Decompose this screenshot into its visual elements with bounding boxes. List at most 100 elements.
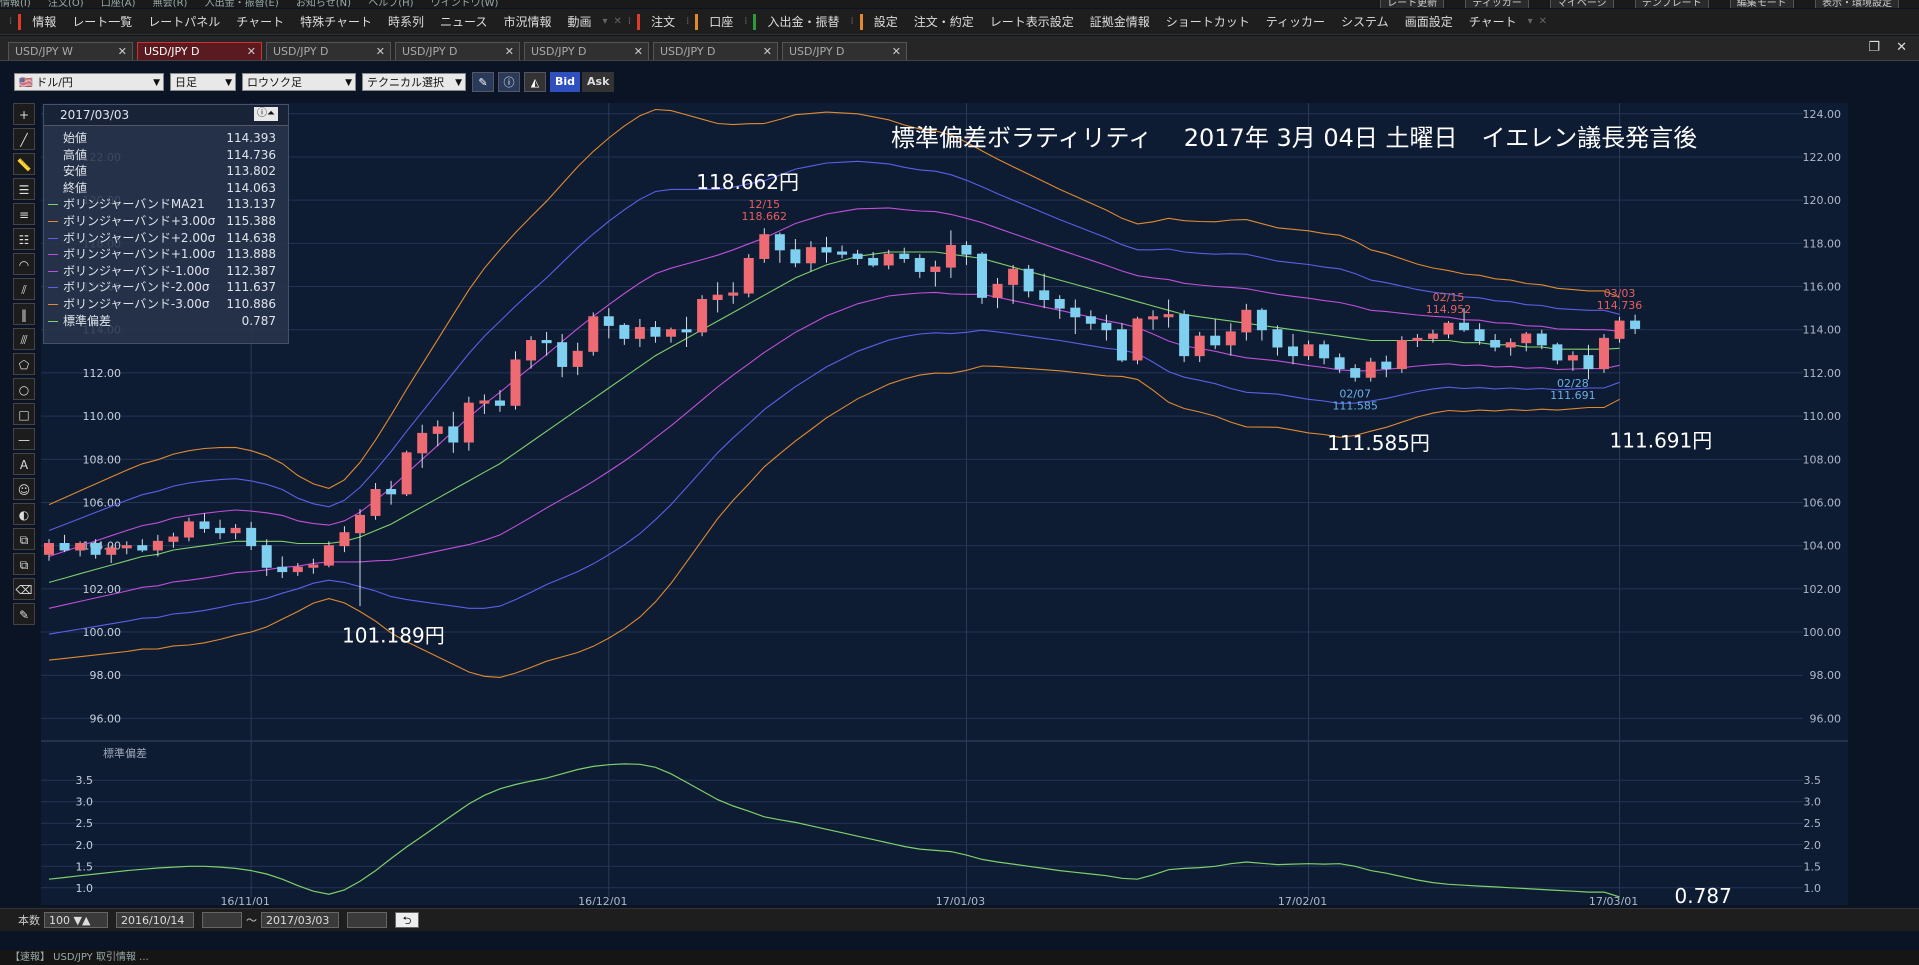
- rate-list-button[interactable]: レート一覧: [64, 13, 140, 30]
- channel-icon[interactable]: ≡: [13, 203, 35, 225]
- close-icon[interactable]: ✕: [376, 43, 385, 61]
- price-chart[interactable]: 96.0096.0098.0098.00100.00100.00102.0010…: [41, 103, 1848, 905]
- close-icon[interactable]: ✕: [763, 43, 772, 61]
- close-icon[interactable]: ✕: [505, 43, 514, 61]
- restore-icon[interactable]: ❐: [1868, 40, 1880, 55]
- shortcut-button[interactable]: ショートカット: [1158, 13, 1258, 30]
- from-date-input[interactable]: 2016/10/14: [116, 912, 194, 928]
- chart-tab[interactable]: USD/JPY D ✕: [653, 42, 778, 60]
- chart-tab-active[interactable]: USD/JPY D ✕: [137, 42, 262, 60]
- ask-button[interactable]: Ask: [582, 72, 615, 92]
- special-chart-button[interactable]: 特殊チャート: [292, 13, 380, 30]
- fan-icon[interactable]: ⫽: [13, 278, 35, 300]
- account-button[interactable]: 口座: [701, 13, 741, 30]
- sub-y-tick-label-left: 3.5: [76, 774, 94, 787]
- arc-icon[interactable]: ◠: [13, 253, 35, 275]
- order-button[interactable]: 注文: [643, 13, 683, 30]
- menu-item[interactable]: 入出金・振替(E): [205, 0, 279, 8]
- menu-item[interactable]: 無会(R): [153, 0, 188, 8]
- chart-tab[interactable]: USD/JPY D ✕: [395, 42, 520, 60]
- grip-icon[interactable]: ⁞: [741, 16, 750, 27]
- circle-icon[interactable]: ○: [13, 378, 35, 400]
- candle-body: [432, 426, 443, 434]
- time-series-button[interactable]: 時系列: [380, 13, 432, 30]
- grip-icon[interactable]: ⁞: [683, 16, 692, 27]
- mypage-button[interactable]: マイページ: [1549, 0, 1614, 8]
- bid-button[interactable]: Bid: [550, 72, 581, 92]
- paste-icon[interactable]: ⧉: [13, 553, 35, 575]
- timeframe-select[interactable]: 日足 ▼: [170, 73, 236, 91]
- info-icon[interactable]: ⓘ: [498, 72, 520, 92]
- dropdown-icon[interactable]: ▾: [599, 16, 610, 27]
- grip-icon[interactable]: ⁞: [848, 16, 857, 27]
- menu-item[interactable]: お知らせ(N): [296, 0, 351, 8]
- video-button[interactable]: 動画: [559, 13, 599, 30]
- edit-mode-button[interactable]: 編集モード: [1729, 0, 1794, 8]
- trendline-icon[interactable]: ╱: [13, 128, 35, 150]
- menu-item[interactable]: ヘルプ(H): [368, 0, 413, 8]
- menu-item[interactable]: 注文(O): [48, 0, 84, 8]
- info-button[interactable]: 情報: [24, 13, 64, 30]
- magnet-icon[interactable]: ◐: [13, 503, 35, 525]
- smiley-icon[interactable]: ☺: [13, 478, 35, 500]
- chart-tab[interactable]: USD/JPY D ✕: [266, 42, 391, 60]
- grip-icon[interactable]: ⁞: [6, 16, 15, 27]
- pencil-icon[interactable]: ✎: [472, 72, 494, 92]
- rectangle-icon[interactable]: □: [13, 403, 35, 425]
- rate-panel-button[interactable]: レートパネル: [140, 13, 228, 30]
- settings-button[interactable]: 設定: [866, 13, 906, 30]
- menu-item[interactable]: 情報(I): [0, 0, 31, 8]
- close-icon[interactable]: ✕: [1536, 16, 1550, 27]
- copy-icon[interactable]: ⧉: [13, 528, 35, 550]
- close-icon[interactable]: ✕: [611, 16, 625, 27]
- eraser-icon[interactable]: ⌫: [13, 578, 35, 600]
- area-chart-icon[interactable]: ◭: [524, 72, 546, 92]
- ticker-toolbar-button[interactable]: ティッカー: [1258, 13, 1333, 30]
- chart-tab[interactable]: USD/JPY W ✕: [8, 42, 133, 60]
- close-icon[interactable]: ✕: [118, 43, 127, 61]
- market-info-button[interactable]: 市況情報: [495, 13, 559, 30]
- template-button[interactable]: テンプレート: [1634, 0, 1709, 8]
- deposit-button[interactable]: 入出金・振替: [759, 13, 847, 30]
- refresh-icon[interactable]: ⮌: [395, 912, 419, 928]
- close-icon[interactable]: ✕: [634, 43, 643, 61]
- line-icon[interactable]: —: [13, 428, 35, 450]
- pentagon-icon[interactable]: ⬠: [13, 353, 35, 375]
- from-time-input[interactable]: [202, 912, 242, 928]
- pitchfork-icon[interactable]: ⫻: [13, 328, 35, 350]
- fibonacci-icon[interactable]: ☷: [13, 228, 35, 250]
- order-execution-button[interactable]: 注文・約定: [906, 13, 982, 30]
- chart-button[interactable]: チャート: [228, 13, 292, 30]
- menu-item[interactable]: ウインドウ(W): [431, 0, 499, 8]
- erase-all-icon[interactable]: ✎: [13, 603, 35, 625]
- ruler-icon[interactable]: 📏: [13, 153, 35, 175]
- grip-icon[interactable]: ⁞: [625, 16, 634, 27]
- to-time-input[interactable]: [347, 912, 387, 928]
- chart-settings-button[interactable]: チャート: [1461, 13, 1525, 30]
- text-icon[interactable]: A: [13, 453, 35, 475]
- info-collapse-icon[interactable]: ⓘ⏶: [254, 107, 278, 121]
- close-icon[interactable]: ✕: [247, 43, 256, 61]
- display-settings-button[interactable]: 表示・環境設定: [1815, 0, 1899, 8]
- dropdown-icon[interactable]: ▾: [1525, 16, 1536, 27]
- rate-display-settings-button[interactable]: レート表示設定: [982, 13, 1082, 30]
- screen-settings-button[interactable]: 画面設定: [1397, 13, 1461, 30]
- menu-item[interactable]: 口座(A): [101, 0, 136, 8]
- count-input[interactable]: 100 ▼▲: [44, 912, 108, 928]
- horizontal-line-icon[interactable]: ☰: [13, 178, 35, 200]
- close-icon[interactable]: ✕: [892, 43, 901, 61]
- system-button[interactable]: システム: [1333, 13, 1397, 30]
- crosshair-icon[interactable]: +: [13, 103, 35, 125]
- chart-type-select[interactable]: ロウソク足 ▼: [242, 73, 356, 91]
- news-button[interactable]: ニュース: [432, 13, 495, 30]
- technical-select[interactable]: テクニカル選択 ▼: [362, 73, 466, 91]
- ticker-button[interactable]: ティッカー: [1465, 0, 1529, 8]
- currency-select[interactable]: 🇺🇸 ドル/円 ▼: [14, 73, 164, 91]
- rate-update-button[interactable]: レート更新: [1380, 0, 1445, 8]
- chart-tab[interactable]: USD/JPY D ✕: [524, 42, 649, 60]
- margin-info-button[interactable]: 証拠金情報: [1082, 13, 1158, 30]
- cycle-lines-icon[interactable]: ‖: [13, 303, 35, 325]
- to-date-input[interactable]: 2017/03/03: [261, 912, 339, 928]
- chart-tab[interactable]: USD/JPY D ✕: [782, 42, 907, 60]
- close-window-icon[interactable]: ✕: [1896, 40, 1907, 55]
